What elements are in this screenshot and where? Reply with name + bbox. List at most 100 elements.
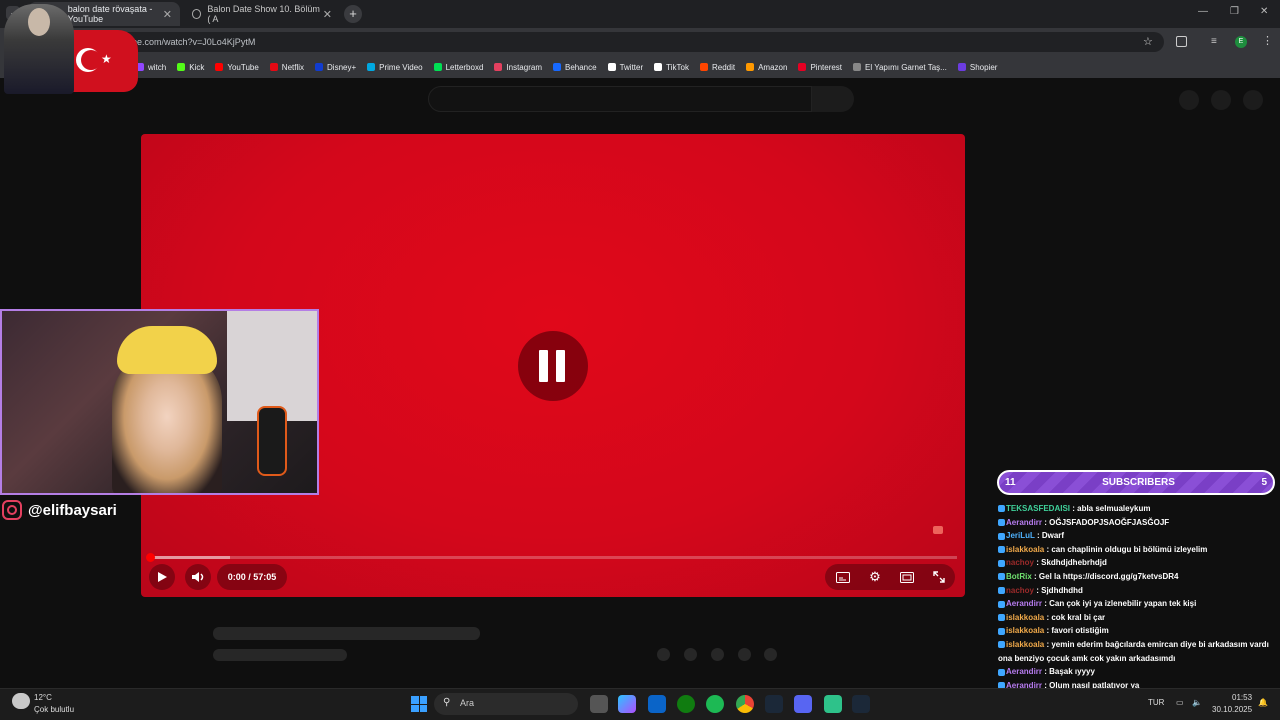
bookmarks-bar: witch Kick YouTube Netflix Disney+ Prime Vide…: [0, 56, 1280, 78]
bookmark-item[interactable]: Prime Video: [367, 63, 423, 72]
app-icon[interactable]: [824, 695, 842, 713]
chat-message: islakkoala : favori otistiğim: [998, 624, 1278, 638]
volume-button[interactable]: [185, 564, 211, 590]
create-icon[interactable]: [1179, 90, 1199, 110]
star-icon[interactable]: ☆: [1143, 35, 1153, 48]
subs-title: SUBSCRIBERS: [1102, 477, 1175, 488]
outlook-icon[interactable]: [648, 695, 666, 713]
theater-mode-icon[interactable]: [899, 570, 915, 584]
start-windows-icon[interactable]: [411, 696, 427, 712]
bookmark-label: Disney+: [327, 62, 357, 72]
menu-icon[interactable]: ⋮: [1262, 34, 1273, 47]
xbox-icon[interactable]: [677, 695, 695, 713]
bookmark-item[interactable]: YouTube: [215, 62, 259, 72]
bookmark-label: TikTok: [666, 62, 689, 72]
network-icon[interactable]: ▭: [1176, 698, 1184, 707]
restore-icon[interactable]: ❐: [1230, 6, 1239, 17]
action-placeholder: [711, 648, 724, 661]
scrubber-handle[interactable]: [146, 553, 155, 562]
bookmark-label: Behance: [564, 62, 597, 72]
instagram-username: @elifbaysari: [28, 501, 117, 519]
subs-count-right: 5: [1261, 477, 1267, 488]
bookmark-item[interactable]: Amazon: [746, 63, 787, 72]
spotify-icon[interactable]: [706, 695, 724, 713]
bookmark-icon: [315, 63, 324, 71]
bookmark-icon: [654, 63, 663, 71]
bookmark-item[interactable]: Behance: [552, 62, 597, 72]
bookmark-item[interactable]: Instagram: [494, 63, 542, 72]
close-window-icon[interactable]: ✕: [1260, 6, 1268, 17]
task-view-icon[interactable]: [590, 695, 608, 713]
badge-icon: [998, 573, 1005, 581]
bookmark-label: Pinterest: [810, 62, 843, 72]
discord-icon[interactable]: [794, 695, 812, 713]
instagram-handle: @elifbaysari: [2, 500, 117, 520]
chat-username: nachoy: [1006, 585, 1035, 595]
weather-icon[interactable]: [12, 693, 30, 709]
bookmark-item[interactable]: TikTok: [654, 63, 689, 72]
webcam-overlay: [0, 309, 319, 495]
bookmark-label: YouTube: [227, 62, 259, 72]
bookmark-label: Netflix: [281, 62, 305, 72]
subs-count-left: 11: [1005, 477, 1016, 488]
bookmark-icon: [607, 63, 616, 71]
bookmark-label: witch: [148, 62, 167, 72]
bookmark-item[interactable]: Kick: [177, 63, 204, 72]
flag-portrait-overlay: ★: [0, 0, 140, 96]
volume-icon[interactable]: 🔈: [1192, 698, 1202, 707]
chat-message: islakkoala : yemin ederim bağcılarda emi…: [998, 639, 1269, 663]
bookmark-icon: [957, 63, 966, 71]
notifications-icon[interactable]: [1211, 90, 1231, 110]
bookmark-icon: [853, 63, 862, 71]
bookmark-icon: [433, 63, 442, 71]
minimize-icon[interactable]: —: [1198, 6, 1208, 17]
subtitles-icon[interactable]: [835, 570, 851, 584]
bookmark-item[interactable]: Pinterest: [798, 63, 842, 72]
close-tab-icon[interactable]: ✕: [163, 8, 172, 21]
search-input[interactable]: [428, 86, 812, 112]
notifications-icon[interactable]: 🔔: [1258, 698, 1268, 707]
taskbar-search[interactable]: Ara: [434, 693, 578, 715]
steam-icon[interactable]: [852, 695, 870, 713]
close-tab-icon[interactable]: ✕: [323, 8, 332, 21]
chat-username: Aerandirr: [1006, 599, 1043, 609]
media-control-icon[interactable]: ≡: [1211, 36, 1217, 47]
chrome-icon[interactable]: [736, 695, 754, 713]
avatar[interactable]: E: [1235, 36, 1247, 48]
fullscreen-icon[interactable]: [931, 570, 947, 584]
bookmark-item[interactable]: Twitter: [607, 63, 643, 72]
progress-bar[interactable]: [146, 553, 957, 562]
clock-time[interactable]: 01:53: [1232, 693, 1252, 702]
bookmark-item[interactable]: witch: [136, 63, 166, 72]
address-bar[interactable]: be.com/watch?v=J0Lo4KjPytM: [80, 32, 1164, 52]
extensions-icon[interactable]: [1176, 36, 1187, 47]
bookmark-item[interactable]: Letterboxd: [433, 63, 483, 72]
tab-balon-date[interactable]: Balon Date Show 10. Bölüm ( A ✕: [184, 2, 340, 26]
settings-gear-icon[interactable]: ⚙: [867, 569, 883, 585]
portrait-face: [28, 8, 50, 36]
bookmark-item[interactable]: Disney+: [315, 63, 356, 72]
badge-icon: [998, 546, 1005, 554]
search-button[interactable]: [812, 86, 854, 112]
chat-message: BotRix : Gel la https://discord.gg/g7ket…: [998, 570, 1278, 584]
shelf: [227, 311, 317, 421]
bookmark-item[interactable]: Netflix: [269, 62, 305, 72]
chat-username: Aerandirr: [1006, 667, 1043, 677]
bookmark-icon: [367, 63, 376, 71]
steam-icon[interactable]: [765, 695, 783, 713]
new-tab-button[interactable]: +: [344, 5, 362, 23]
chat-text: cok kral bi çar: [1051, 612, 1106, 622]
account-avatar[interactable]: [1243, 90, 1263, 110]
bookmark-item[interactable]: Reddit: [699, 63, 735, 72]
chat-username: islakkoala: [1006, 626, 1045, 636]
bookmark-item[interactable]: Shopier: [957, 63, 997, 72]
clock-date[interactable]: 30.10.2025: [1212, 705, 1252, 714]
play-button[interactable]: [149, 564, 175, 590]
copilot-icon[interactable]: [618, 695, 636, 713]
bookmark-item[interactable]: El Yapımı Garnet Taş...: [853, 63, 947, 72]
language-indicator[interactable]: TUR: [1148, 698, 1164, 707]
bookmark-icon: [177, 63, 186, 71]
action-placeholder: [657, 648, 670, 661]
tab-title: Balon Date Show 10. Bölüm ( A: [207, 4, 320, 24]
pause-icon[interactable]: [518, 331, 588, 401]
